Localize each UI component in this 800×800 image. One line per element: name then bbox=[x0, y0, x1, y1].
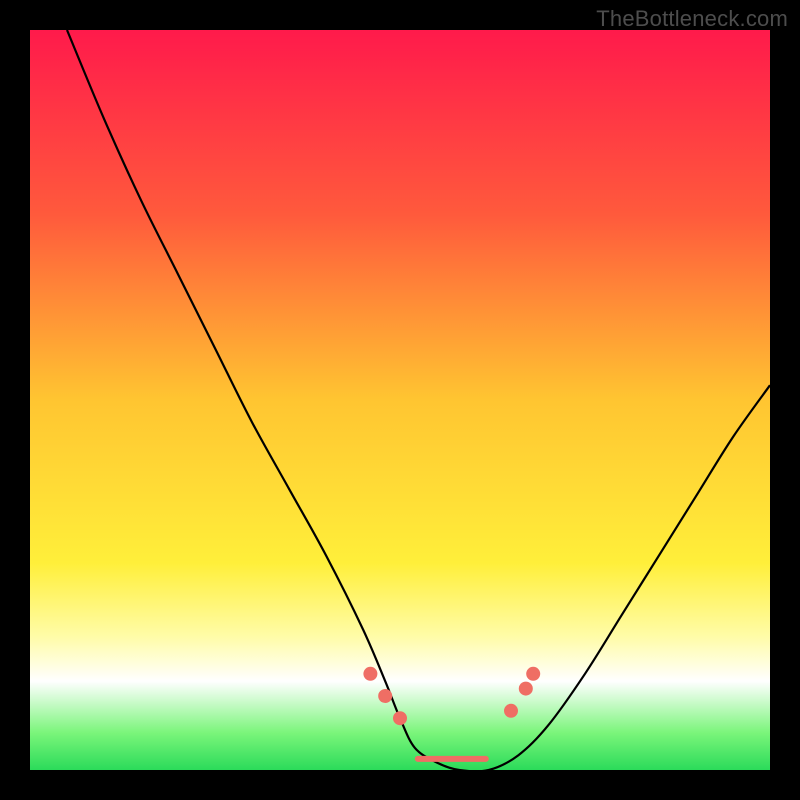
attribution-text: TheBottleneck.com bbox=[596, 6, 788, 32]
gradient-background bbox=[30, 30, 770, 770]
chart-frame: TheBottleneck.com bbox=[0, 0, 800, 800]
bottleneck-chart bbox=[30, 30, 770, 770]
plot-area bbox=[30, 30, 770, 770]
valley-floor bbox=[415, 756, 489, 762]
